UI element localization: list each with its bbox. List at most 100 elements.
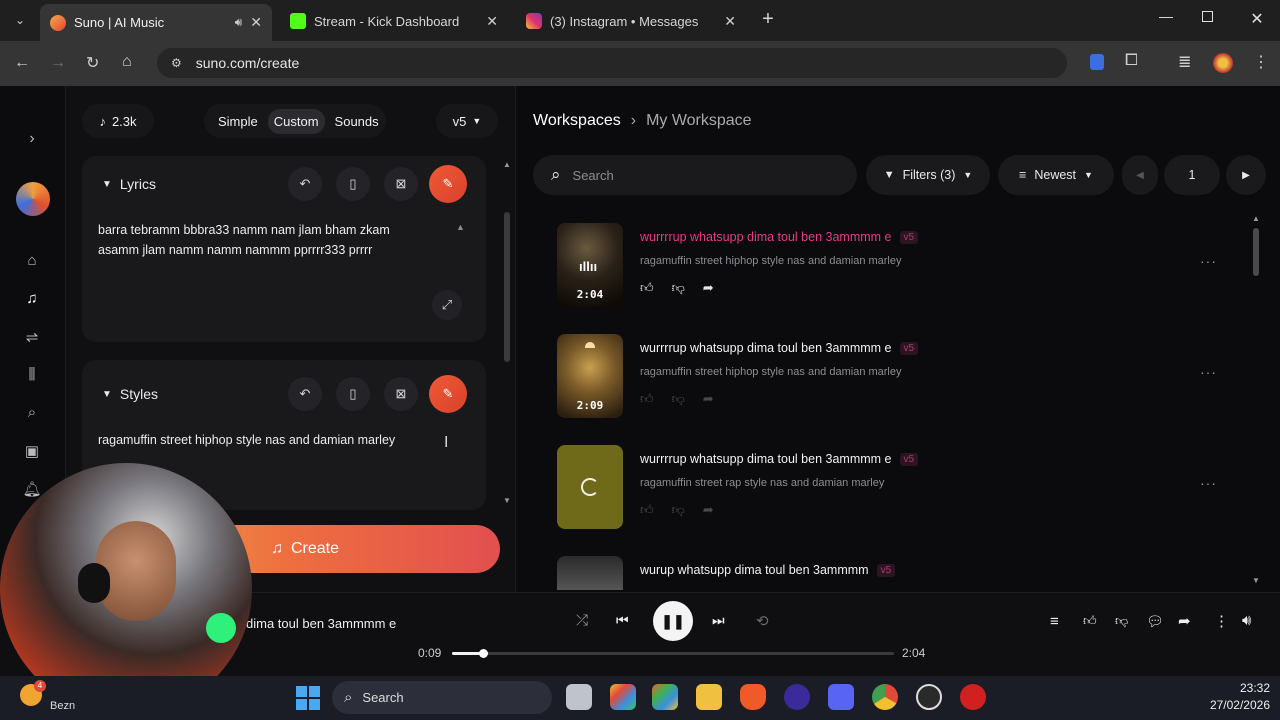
scroll-up-icon[interactable]: ▲ xyxy=(1252,214,1260,223)
address-bar[interactable]: ⚙︎ suno.com/create xyxy=(157,48,1067,78)
app-circle-icon[interactable] xyxy=(784,684,810,710)
styles-textarea[interactable]: ragamuffin street hiphop style nas and d… xyxy=(98,430,438,450)
new-tab-button[interactable]: + xyxy=(758,8,778,30)
styles-header[interactable]: ▼ Styles xyxy=(102,386,158,402)
media-controls-icon[interactable]: ≣ xyxy=(1178,52,1191,72)
tab-kick[interactable]: Stream - Kick Dashboard ✕ xyxy=(280,6,508,36)
progress-knob[interactable] xyxy=(478,649,488,658)
song-row[interactable]: wurup whatsupp dima toul ben 3ammmm v5 xyxy=(557,556,1247,590)
song-cover[interactable] xyxy=(557,556,623,590)
tab-suno[interactable]: Suno | AI Music 🔊︎ ✕ xyxy=(40,4,272,41)
more-options-icon[interactable]: ··· xyxy=(1200,364,1217,380)
clear-styles-button[interactable]: ⊠ xyxy=(384,377,418,411)
song-title[interactable]: wurrrrup whatsupp dima toul ben 3ammmm e xyxy=(640,452,892,466)
record-app-icon[interactable] xyxy=(960,684,986,710)
discord-icon[interactable] xyxy=(828,684,854,710)
sort-button[interactable]: ≡ Newest ▼ xyxy=(998,155,1114,195)
weather-widget[interactable]: 4 Bezn xyxy=(20,680,80,714)
task-view-icon[interactable] xyxy=(566,684,592,710)
back-icon[interactable]: ← xyxy=(14,54,30,72)
like-icon[interactable]: 👍︎ xyxy=(1083,613,1097,629)
now-playing-title[interactable]: dima toul ben 3ammmm e xyxy=(246,616,396,631)
queue-icon[interactable]: ≡ xyxy=(1050,613,1059,630)
more-options-icon[interactable]: ··· xyxy=(1200,475,1217,491)
profile-avatar[interactable] xyxy=(1213,53,1233,73)
pause-button[interactable]: ❚❚ xyxy=(653,601,693,641)
previous-icon[interactable]: ⏮︎ xyxy=(616,612,629,629)
comment-icon[interactable]: 💬︎ xyxy=(1146,613,1164,630)
shuffle-icon[interactable]: ⤮ xyxy=(576,612,588,629)
share-icon[interactable]: ➦ xyxy=(703,280,714,296)
dislike-icon[interactable]: 👎︎ xyxy=(672,391,685,407)
studio-nav-icon[interactable]: ⇌ xyxy=(22,328,42,348)
chrome-icon[interactable] xyxy=(872,684,898,710)
like-icon[interactable]: 👍︎ xyxy=(640,391,654,407)
create-nav-icon[interactable]: ♫ xyxy=(22,290,42,310)
taskbar-search[interactable]: ⌕ Search xyxy=(332,681,552,714)
close-tab-icon[interactable]: ✕ xyxy=(724,13,736,30)
tab-instagram[interactable]: (3) Instagram • Messages ✕ xyxy=(516,6,746,36)
textarea-scroll-up-icon[interactable]: ▲ xyxy=(456,222,465,232)
expand-nav-icon[interactable]: › xyxy=(22,130,42,150)
song-row[interactable]: wurrrrup whatsupp dima toul ben 3ammmm e… xyxy=(557,445,1247,535)
close-tab-icon[interactable]: ✕ xyxy=(250,14,262,31)
clear-lyrics-button[interactable]: ⊠ xyxy=(384,167,418,201)
restore-window-button[interactable] xyxy=(1202,11,1213,22)
scroll-down-icon[interactable]: ▼ xyxy=(1252,576,1260,585)
share-icon[interactable]: ➦ xyxy=(703,502,714,518)
dislike-icon[interactable]: 👎︎ xyxy=(672,280,685,296)
tray-clock[interactable]: 23:32 27/02/2026 xyxy=(1190,680,1270,714)
lyrics-header[interactable]: ▼ Lyrics xyxy=(102,176,156,192)
create-panel-scrollbar[interactable]: ▲ ▼ xyxy=(503,160,511,508)
microsoft-store-icon[interactable] xyxy=(652,684,678,710)
progress-track[interactable] xyxy=(452,649,894,658)
song-cover[interactable]: 2:09 xyxy=(557,334,623,418)
volume-icon[interactable]: 🔊︎ xyxy=(1242,612,1251,629)
song-title[interactable]: wurrrrup whatsupp dima toul ben 3ammmm e xyxy=(640,230,892,244)
lyrics-textarea[interactable]: barra tebramm bbbra33 namm nam jlam bham… xyxy=(98,220,448,260)
like-icon[interactable]: 👍︎ xyxy=(640,280,654,296)
share-icon[interactable]: ➦ xyxy=(1178,612,1191,630)
expand-lyrics-button[interactable]: ⤢ xyxy=(432,290,462,320)
widgets-icon[interactable] xyxy=(610,684,636,710)
next-icon[interactable]: ⏭︎ xyxy=(712,612,725,629)
workspace-scrollbar[interactable]: ▲ ▼ xyxy=(1252,214,1260,586)
reload-icon[interactable]: ↻ xyxy=(86,53,99,73)
song-search[interactable]: ⌕ Search xyxy=(533,155,857,195)
breadcrumb-workspaces[interactable]: Workspaces xyxy=(533,112,621,130)
extension-shield-icon[interactable] xyxy=(1090,54,1104,70)
share-icon[interactable]: ➦ xyxy=(703,391,714,407)
mode-custom[interactable]: Custom xyxy=(267,108,325,134)
minimize-window-button[interactable]: — xyxy=(1156,8,1176,28)
mode-simple[interactable]: Simple xyxy=(212,109,264,134)
save-lyrics-button[interactable]: ▯ xyxy=(336,167,370,201)
generate-styles-button[interactable]: ✎ xyxy=(429,375,467,413)
song-row[interactable]: ıllıı 2:04 wurrrrup whatsupp dima toul b… xyxy=(557,223,1247,313)
model-select[interactable]: v5 ▼ xyxy=(436,104,498,138)
generate-lyrics-button[interactable]: ✎ xyxy=(429,165,467,203)
save-styles-button[interactable]: ▯ xyxy=(336,377,370,411)
brave-icon[interactable] xyxy=(740,684,766,710)
undo-lyrics-button[interactable]: ↶ xyxy=(288,167,322,201)
tab-search-button[interactable]: ⌄ xyxy=(10,10,30,30)
library-nav-icon[interactable]: ⫼ xyxy=(22,366,42,386)
browser-menu-icon[interactable]: ⋮ xyxy=(1253,52,1269,72)
scrollbar-thumb[interactable] xyxy=(1253,228,1259,276)
credits-badge[interactable]: ♪ 2.3k xyxy=(82,104,154,138)
hooks-nav-icon[interactable]: ▣ xyxy=(22,442,42,462)
prev-page-button[interactable]: ◀ xyxy=(1122,155,1158,195)
song-cover[interactable] xyxy=(557,445,623,529)
suno-logo[interactable] xyxy=(16,182,50,216)
scroll-down-icon[interactable]: ▼ xyxy=(503,496,511,505)
song-title[interactable]: wurup whatsupp dima toul ben 3ammmm xyxy=(640,563,869,577)
like-icon[interactable]: 👍︎ xyxy=(640,502,654,518)
page-number[interactable]: 1 xyxy=(1164,155,1220,195)
repeat-icon[interactable]: ⟲ xyxy=(756,612,769,630)
scroll-up-icon[interactable]: ▲ xyxy=(503,160,511,169)
undo-styles-button[interactable]: ↶ xyxy=(288,377,322,411)
close-tab-icon[interactable]: ✕ xyxy=(486,13,498,30)
home-icon[interactable]: ⌂ xyxy=(122,53,132,71)
dislike-icon[interactable]: 👎︎ xyxy=(1115,613,1128,629)
home-nav-icon[interactable]: ⌂ xyxy=(22,252,42,272)
site-info-icon[interactable]: ⚙︎ xyxy=(171,56,182,70)
